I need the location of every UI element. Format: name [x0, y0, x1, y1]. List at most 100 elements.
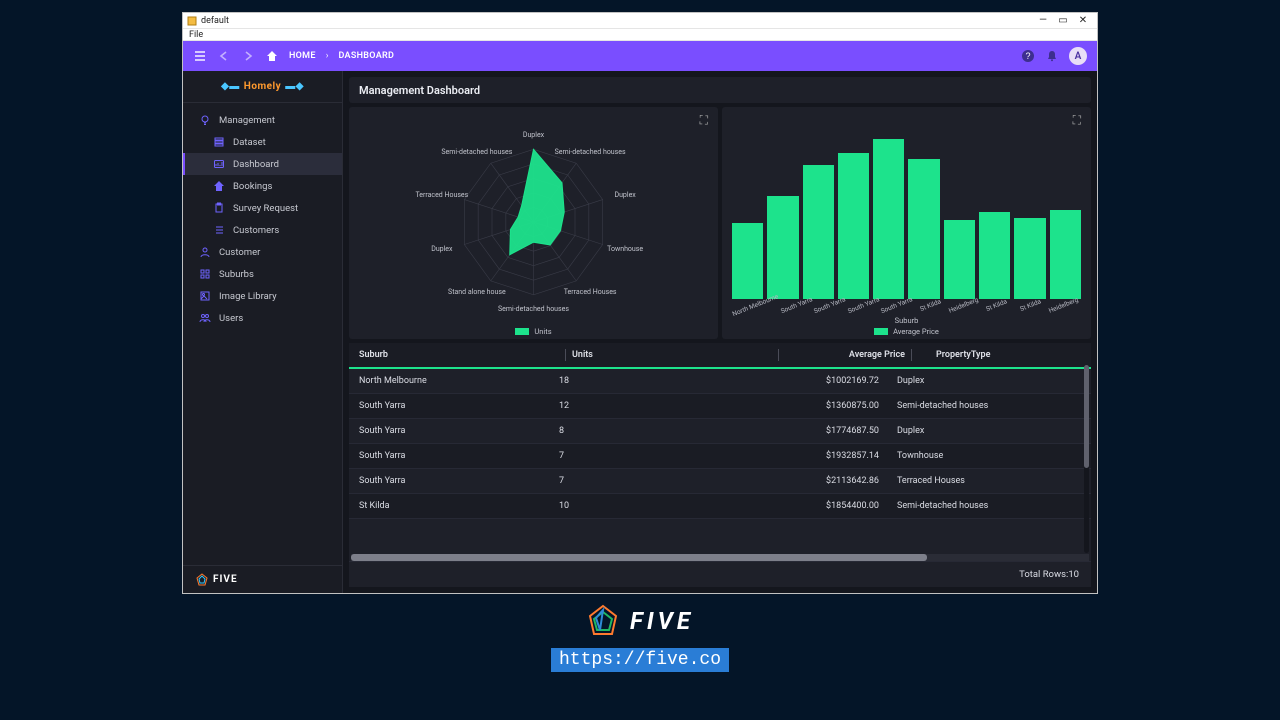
sidebar-item-label: Customer — [219, 247, 260, 258]
cell-suburb: South Yarra — [359, 401, 559, 411]
svg-text:?: ? — [1025, 51, 1030, 61]
table-header-row: Suburb Units Average Price PropertyType — [349, 343, 1091, 369]
radar-axis-label: Terraced Houses — [415, 191, 468, 199]
sidebar-item-image-library[interactable]: Image Library — [183, 285, 342, 307]
table-row[interactable]: North Melbourne18$1002169.72Duplex — [349, 369, 1091, 394]
radar-chart-panel: ⛶ DuplexSemi-detached housesDuplexTownho… — [349, 107, 718, 339]
gauge-icon — [213, 158, 225, 170]
sidebar-item-label: Dashboard — [233, 159, 279, 170]
radar-axis-label: Duplex — [614, 191, 635, 199]
nav-back-icon[interactable] — [217, 49, 231, 63]
cell-suburb: St Kilda — [359, 501, 559, 511]
radar-axis-label: Duplex — [431, 245, 452, 253]
charts-row: ⛶ DuplexSemi-detached housesDuplexTownho… — [349, 107, 1091, 339]
table-row[interactable]: South Yarra12$1360875.00Semi-detached ho… — [349, 394, 1091, 419]
cell-suburb: North Melbourne — [359, 376, 559, 386]
cell-units: 18 — [559, 376, 759, 386]
table-row[interactable]: South Yarra7$1932857.14Townhouse — [349, 444, 1091, 469]
cell-units: 10 — [559, 501, 759, 511]
window-titlebar[interactable]: default — ▭ ✕ — [183, 13, 1097, 29]
bar — [803, 165, 834, 299]
bar — [944, 220, 975, 299]
home-icon[interactable] — [265, 49, 279, 63]
cell-price: $1774687.50 — [759, 426, 879, 436]
cell-units: 7 — [559, 451, 759, 461]
sidebar-item-suburbs[interactable]: Suburbs — [183, 263, 342, 285]
sidebar-item-label: Survey Request — [233, 203, 298, 214]
cell-type: Terraced Houses — [879, 476, 1081, 486]
grid-icon — [199, 268, 211, 280]
cell-price: $1002169.72 — [759, 376, 879, 386]
sidebar-item-dashboard[interactable]: Dashboard — [183, 153, 342, 175]
col-units[interactable]: Units — [572, 349, 772, 361]
cell-type: Semi-detached houses — [879, 401, 1081, 411]
image-icon — [199, 290, 211, 302]
window-title: default — [201, 16, 229, 26]
cell-type: Duplex — [879, 376, 1081, 386]
sidebar-item-customers[interactable]: Customers — [183, 219, 342, 241]
cell-price: $2113642.86 — [759, 476, 879, 486]
lightbulb-icon — [199, 114, 211, 126]
table-row[interactable]: South Yarra7$2113642.86Terraced Houses — [349, 469, 1091, 494]
sidebar-item-label: Suburbs — [219, 269, 254, 280]
sidebar-item-label: Image Library — [219, 291, 277, 302]
users-icon — [199, 312, 211, 324]
table-h-scrollbar[interactable] — [351, 554, 1089, 561]
menu-file[interactable]: File — [189, 30, 203, 40]
radar-axis-label: Semi-detached houses — [555, 148, 626, 156]
window-close-button[interactable]: ✕ — [1073, 15, 1093, 26]
chevron-right-icon: › — [326, 51, 329, 61]
bar-chart-panel: ⛶ North MelbourneSouth YarraSouth YarraS… — [722, 107, 1091, 339]
col-type[interactable]: PropertyType — [918, 349, 1081, 361]
app-root: HOME › DASHBOARD ? A ◆▬ Homely ▬◆ Manage… — [183, 41, 1097, 593]
window-maximize-button[interactable]: ▭ — [1053, 15, 1073, 26]
radar-axis-label: Semi-detached houses — [498, 305, 569, 313]
window-minimize-button[interactable]: — — [1033, 15, 1053, 26]
sidebar-item-bookings[interactable]: Bookings — [183, 175, 342, 197]
sidebar-item-label: Users — [219, 313, 243, 324]
sidebar-item-label: Customers — [233, 225, 279, 236]
bar — [979, 212, 1010, 299]
bar — [767, 196, 798, 299]
data-table: Suburb Units Average Price PropertyType … — [349, 343, 1091, 587]
cell-price: $1932857.14 — [759, 451, 879, 461]
sidebar-item-label: Dataset — [233, 137, 266, 148]
cell-suburb: South Yarra — [359, 426, 559, 436]
cell-type: Semi-detached houses — [879, 501, 1081, 511]
bell-icon[interactable] — [1045, 49, 1059, 63]
cell-suburb: South Yarra — [359, 476, 559, 486]
sidebar-item-survey-request[interactable]: Survey Request — [183, 197, 342, 219]
legend-swatch — [874, 328, 888, 335]
breadcrumb-current: DASHBOARD — [338, 51, 394, 61]
sidebar-item-dataset[interactable]: Dataset — [183, 131, 342, 153]
sidebar-item-management[interactable]: Management — [183, 109, 342, 131]
cell-price: $1854400.00 — [759, 501, 879, 511]
table-row[interactable]: South Yarra8$1774687.50Duplex — [349, 419, 1091, 444]
nav-forward-icon[interactable] — [241, 49, 255, 63]
breadcrumb-home[interactable]: HOME — [289, 51, 316, 61]
bar — [732, 223, 763, 299]
window-menubar[interactable]: File — [183, 29, 1097, 41]
sidebar-item-customer[interactable]: Customer — [183, 241, 342, 263]
table-row[interactable]: St Kilda10$1854400.00Semi-detached house… — [349, 494, 1091, 519]
avatar[interactable]: A — [1069, 47, 1087, 65]
col-price[interactable]: Average Price — [785, 349, 905, 361]
cell-units: 8 — [559, 426, 759, 436]
bar — [838, 153, 869, 299]
cell-units: 12 — [559, 401, 759, 411]
help-icon[interactable]: ? — [1021, 49, 1035, 63]
hamburger-icon[interactable] — [193, 49, 207, 63]
footer-url[interactable]: https://five.co — [551, 648, 729, 672]
table-v-scrollbar[interactable] — [1084, 365, 1089, 553]
app-window: default — ▭ ✕ File HOME › DASHBOARD — [182, 12, 1098, 594]
bar-xaxis-label: Suburb — [722, 316, 1091, 325]
cell-price: $1360875.00 — [759, 401, 879, 411]
radar-axis-label: Townhouse — [607, 245, 643, 253]
content-area: Management Dashboard ⛶ DuplexSemi-detach… — [343, 71, 1097, 593]
radar-axis-label: Stand alone house — [448, 288, 506, 296]
cell-suburb: South Yarra — [359, 451, 559, 461]
sidebar-item-users[interactable]: Users — [183, 307, 342, 329]
col-suburb[interactable]: Suburb — [359, 349, 559, 361]
list-icon — [213, 224, 225, 236]
cell-type: Duplex — [879, 426, 1081, 436]
